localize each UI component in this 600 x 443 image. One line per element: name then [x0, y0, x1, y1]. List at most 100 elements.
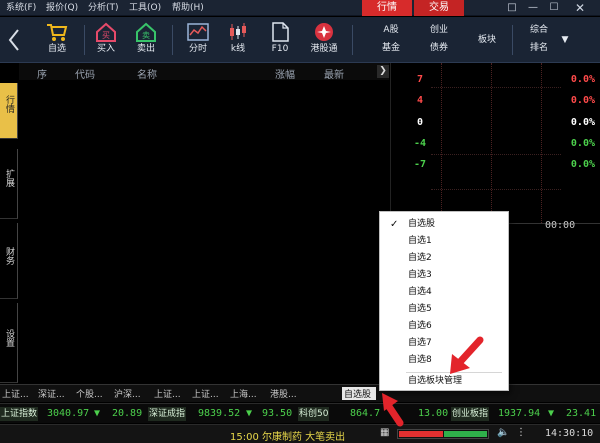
- sidebar-tab-label: 设置: [4, 329, 14, 347]
- toolbar-divider: [512, 25, 513, 55]
- column-latest[interactable]: 最新: [324, 66, 344, 81]
- watchlist-label: 自选: [47, 44, 66, 54]
- market-tab[interactable]: 深证...: [38, 387, 72, 400]
- sidebar-tab-extension[interactable]: 扩展: [0, 149, 18, 219]
- intraday-button[interactable]: 分时: [182, 17, 214, 63]
- axis-row-0: 0 0.0%: [391, 117, 600, 131]
- menu-analysis[interactable]: 分析(T): [88, 2, 119, 14]
- intraday-label: 分时: [188, 44, 207, 54]
- quote-mode-button[interactable]: 行情: [362, 0, 412, 16]
- menu-item-label: 自选8: [408, 355, 432, 365]
- back-button[interactable]: [2, 17, 26, 63]
- big-trade-ticker[interactable]: 15:00 尔康制药 大笔卖出: [230, 428, 345, 443]
- menu-item-manage-watchlists[interactable]: 自选板块管理: [380, 373, 508, 390]
- kline-button[interactable]: k线: [222, 17, 254, 63]
- menu-item-label: 自选4: [408, 287, 432, 297]
- menu-item-watchlist-1[interactable]: 自选1: [380, 233, 508, 250]
- buy-button[interactable]: 买 买入: [90, 17, 122, 63]
- sidebar-tab-finance[interactable]: 财务: [0, 223, 18, 299]
- market-tab[interactable]: 上海...: [230, 387, 266, 400]
- menu-item-watchlist-7[interactable]: 自选7: [380, 335, 508, 352]
- minimize-icon[interactable]: —: [523, 0, 543, 16]
- market-tab-watchlist[interactable]: 自选股: [342, 387, 376, 400]
- buy-house-icon: 买: [96, 22, 116, 42]
- column-name[interactable]: 名称: [137, 66, 157, 81]
- axis-right-label: 0.0%: [570, 117, 595, 128]
- menu-item-label: 自选股: [408, 219, 436, 229]
- market-tab[interactable]: 上证...: [154, 387, 188, 400]
- rank-label-2: 排名: [529, 43, 548, 53]
- market-tab[interactable]: 上证...: [2, 387, 36, 400]
- close-icon[interactable]: ✕: [570, 0, 590, 16]
- kc-index-label[interactable]: 科创50: [298, 407, 330, 421]
- menu-system[interactable]: 系统(F): [6, 2, 36, 14]
- svg-text:买: 买: [102, 31, 110, 40]
- menu-item-watchlist-8[interactable]: 自选8: [380, 352, 508, 369]
- menu-item-label: 自选6: [408, 321, 432, 331]
- chinext-button[interactable]: 创业 债券: [424, 23, 454, 55]
- sz-index-label[interactable]: 深证成指: [148, 407, 187, 421]
- a-share-button[interactable]: A股 基金: [376, 23, 406, 55]
- menu-item-watchlist-2[interactable]: 自选2: [380, 250, 508, 267]
- menu-item-label: 自选2: [408, 253, 432, 263]
- menu-tools[interactable]: 工具(O): [129, 2, 161, 14]
- breadth-up-segment: [399, 431, 443, 437]
- speaker-icon[interactable]: 🔈: [497, 427, 509, 438]
- menu-quote[interactable]: 报价(Q): [46, 2, 78, 14]
- check-icon: ✓: [390, 219, 399, 230]
- axis-left-label: 7: [416, 74, 424, 85]
- down-arrow-icon: ▼: [94, 408, 101, 419]
- axis-left-label: -4: [413, 138, 427, 149]
- skin-icon[interactable]: □: [502, 0, 522, 16]
- chart-gridline: [431, 189, 561, 190]
- menubar: 系统(F) 报价(Q) 分析(T) 工具(O) 帮助(H) 行情 交易 □ — …: [0, 0, 600, 16]
- watchlist-dropdown-menu: ✓ 自选股 自选1 自选2 自选3 自选4 自选5 自选6 自选7 自选8 自选板…: [379, 211, 509, 391]
- cart-icon: [47, 24, 68, 41]
- maximize-icon[interactable]: ☐: [544, 0, 564, 16]
- bond-label: 债券: [429, 43, 448, 53]
- hk-flower-icon: [315, 23, 333, 41]
- axis-row-neg4: -4 0.0%: [391, 138, 600, 152]
- hk-connect-button[interactable]: 港股通: [304, 17, 344, 63]
- sh-index-label[interactable]: 上证指数: [0, 407, 39, 421]
- expand-columns-icon[interactable]: ❯: [377, 65, 389, 78]
- column-change[interactable]: 涨幅: [275, 66, 295, 81]
- sidebar-tab-settings[interactable]: 设置: [0, 303, 18, 383]
- intraday-chart-icon: [187, 23, 209, 41]
- menu-item-watchlist-5[interactable]: 自选5: [380, 301, 508, 318]
- svg-text:卖: 卖: [142, 31, 150, 40]
- rank-button[interactable]: 综合 排名: [522, 23, 556, 55]
- axis-row-neg7: -7 0.0%: [391, 159, 600, 173]
- market-tab[interactable]: 沪深...: [114, 387, 150, 400]
- sector-button[interactable]: 板块: [472, 33, 502, 47]
- column-index[interactable]: 序: [37, 66, 47, 81]
- rank-dropdown-icon[interactable]: ▼: [558, 33, 572, 47]
- f10-button[interactable]: F10: [262, 17, 298, 63]
- buy-label: 买入: [96, 44, 115, 54]
- market-tabs: 上证... 深证... 个股... 沪深... 上证... 上证... 上海..…: [0, 384, 600, 402]
- sell-house-icon: 卖: [136, 22, 156, 42]
- market-breadth-bar: [397, 429, 489, 439]
- sell-button[interactable]: 卖 卖出: [130, 17, 162, 63]
- watchlist-button[interactable]: 自选: [38, 17, 76, 63]
- market-tab[interactable]: 港股...: [270, 387, 306, 400]
- cy-index-label[interactable]: 创业板指: [451, 407, 490, 421]
- menu-item-watchlist[interactable]: ✓ 自选股: [380, 216, 508, 233]
- menu-item-label: 自选1: [408, 236, 432, 246]
- a-share-label: A股: [383, 25, 399, 35]
- hk-connect-label: 港股通: [310, 44, 338, 54]
- market-tab[interactable]: 上证...: [192, 387, 226, 400]
- menu-item-watchlist-6[interactable]: 自选6: [380, 318, 508, 335]
- menu-item-watchlist-4[interactable]: 自选4: [380, 284, 508, 301]
- menu-item-label: 自选7: [408, 338, 432, 348]
- grid-view-icon[interactable]: ▦: [380, 427, 389, 438]
- market-tab[interactable]: 个股...: [76, 387, 110, 400]
- menu-item-watchlist-3[interactable]: 自选3: [380, 267, 508, 284]
- annotation-arrow-icon: [450, 336, 484, 374]
- breadth-down-segment: [444, 431, 487, 437]
- quote-table-header: 序 代码 名称 涨幅 最新 ❯: [19, 63, 389, 81]
- menu-help[interactable]: 帮助(H): [172, 2, 204, 14]
- trade-mode-button[interactable]: 交易: [414, 0, 464, 16]
- column-code[interactable]: 代码: [75, 66, 95, 81]
- sidebar-tab-quote[interactable]: 行情: [0, 83, 18, 139]
